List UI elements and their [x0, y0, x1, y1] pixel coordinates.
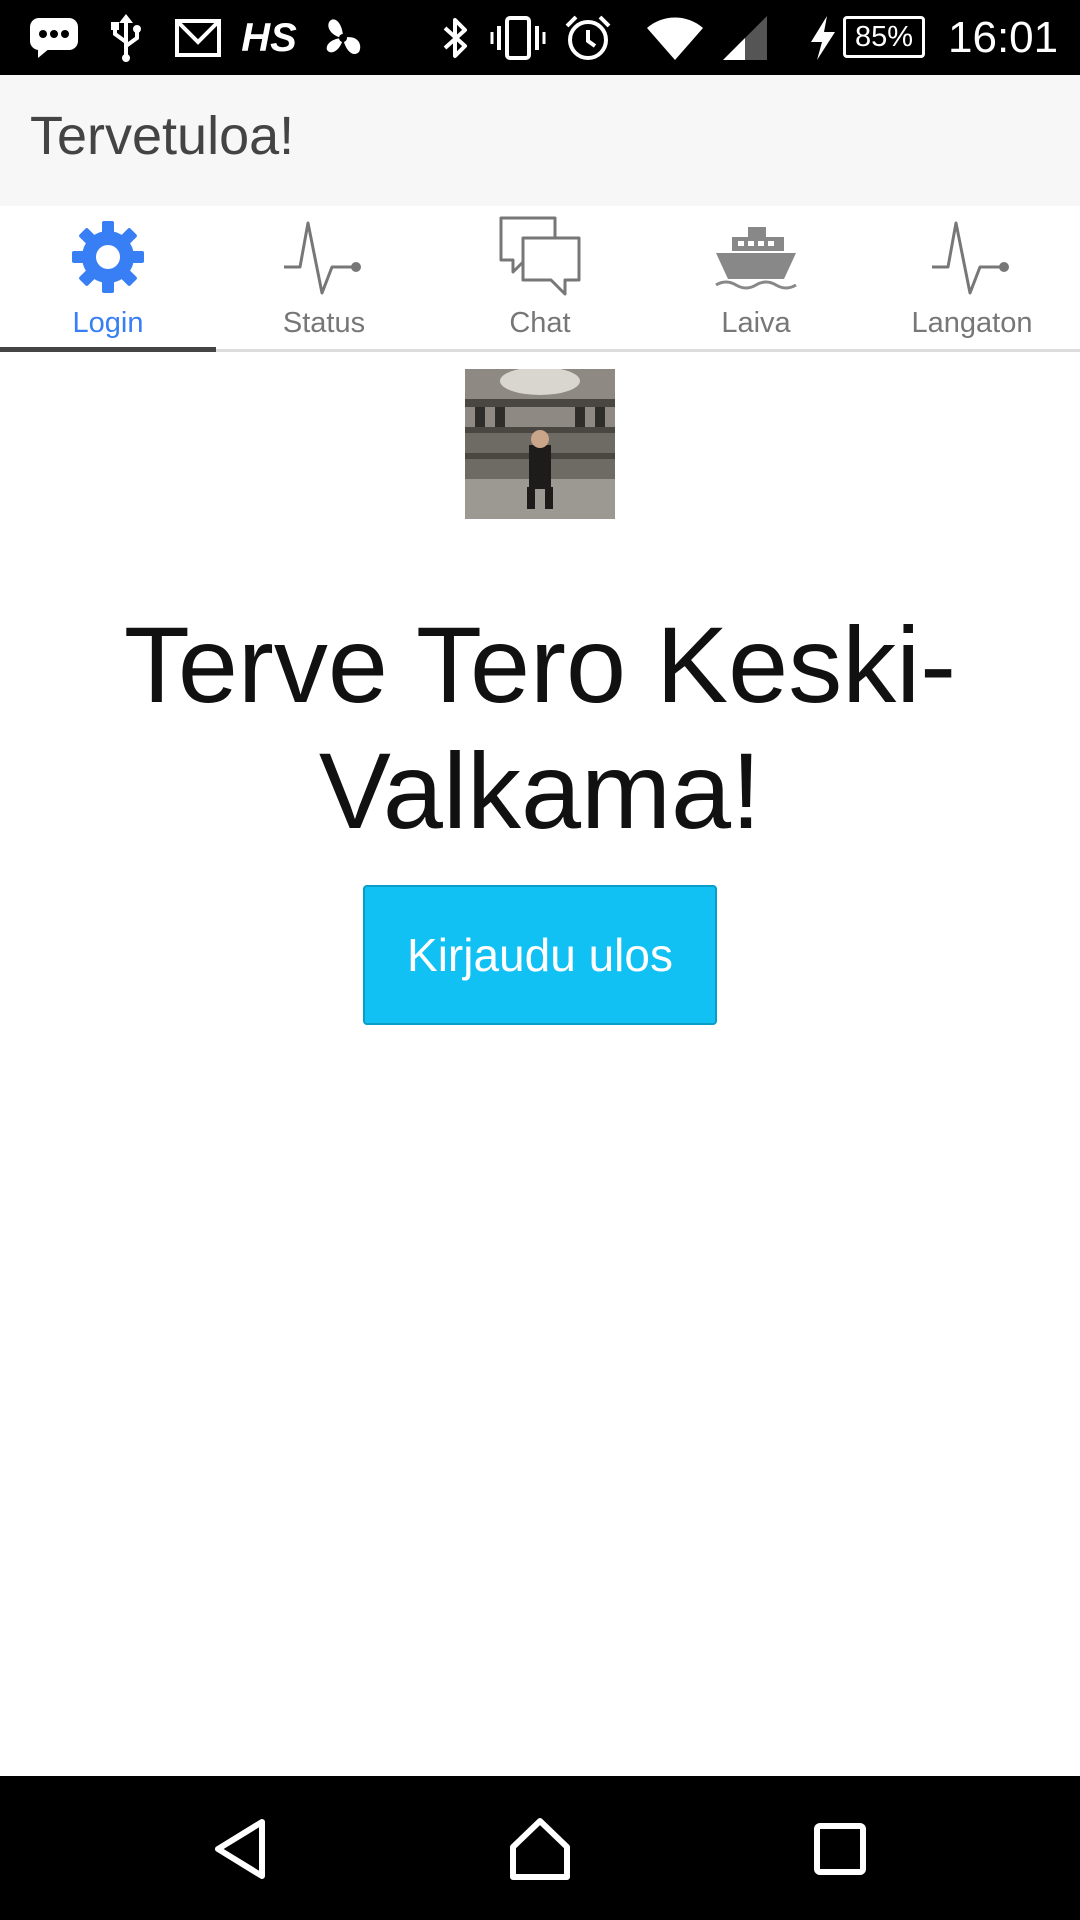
app-bar: Tervetuloa!	[0, 75, 1080, 206]
tab-label: Login	[72, 307, 144, 339]
bluetooth-icon	[438, 10, 474, 66]
recents-icon[interactable]	[795, 1804, 885, 1894]
tab-laiva[interactable]: Laiva	[648, 206, 864, 349]
tab-bar: Login Status Chat Laiva Langaton	[0, 206, 1080, 352]
tab-label: Laiva	[721, 307, 791, 339]
gear-icon	[66, 215, 150, 299]
tab-langaton[interactable]: Langaton	[864, 206, 1080, 349]
chat-bubbles-icon	[498, 215, 582, 299]
gmail-icon	[174, 10, 222, 66]
message-icon	[26, 10, 82, 66]
tab-label: Status	[282, 307, 366, 339]
tab-login[interactable]: Login	[0, 206, 216, 352]
vibrate-icon	[490, 10, 546, 66]
alarm-icon	[563, 10, 613, 66]
clock: 16:01	[948, 13, 1059, 62]
cell-signal-icon	[720, 10, 770, 66]
home-icon[interactable]	[495, 1804, 585, 1894]
tab-status[interactable]: Status	[216, 206, 432, 349]
tab-label: Chat	[509, 307, 571, 339]
pulse-icon	[930, 215, 1014, 299]
greeting-heading: Terve Tero Keski-Valkama!	[123, 604, 957, 851]
wifi-icon	[644, 10, 706, 66]
pulse-icon	[282, 215, 366, 299]
battery-level: 85%	[843, 16, 925, 58]
tab-chat[interactable]: Chat	[432, 206, 648, 349]
ship-icon	[714, 215, 798, 299]
avatar	[465, 369, 615, 519]
hs-app-icon: HS	[241, 15, 297, 60]
pinwheel-icon	[318, 10, 368, 66]
page-title: Tervetuloa!	[30, 106, 295, 166]
usb-icon	[106, 10, 146, 66]
logout-button[interactable]: Kirjaudu ulos	[363, 885, 717, 1025]
back-icon[interactable]	[197, 1804, 287, 1894]
tab-label: Langaton	[911, 307, 1033, 339]
charging-icon	[808, 10, 838, 66]
main-content: Terve Tero Keski-Valkama! Kirjaudu ulos	[0, 352, 1080, 1776]
status-bar: HS 85% 16:01	[0, 0, 1080, 75]
system-nav-bar	[0, 1776, 1080, 1920]
